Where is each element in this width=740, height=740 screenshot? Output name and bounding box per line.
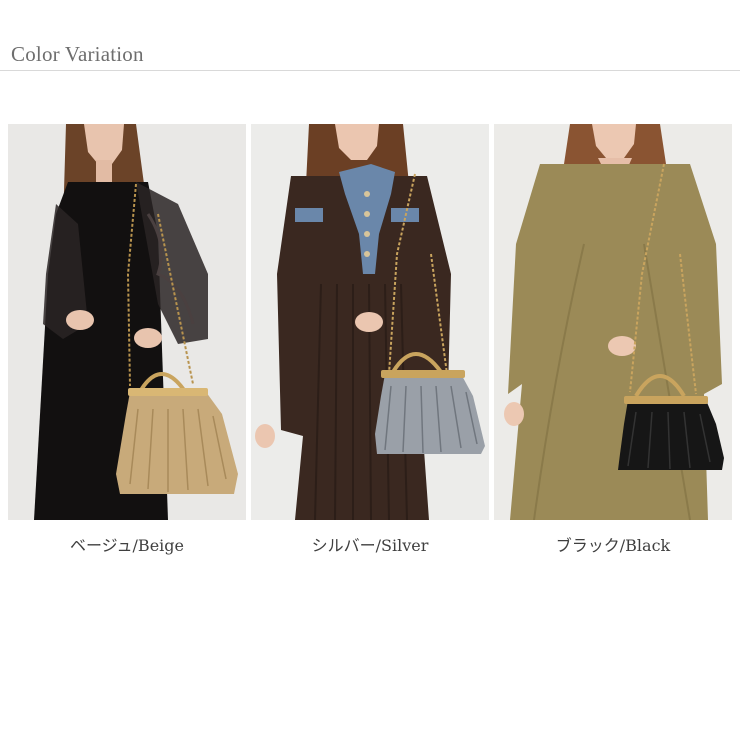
caption-black: ブラック/Black xyxy=(555,536,671,555)
product-photo-silver[interactable] xyxy=(251,124,489,520)
product-photo-black[interactable] xyxy=(494,124,732,520)
product-photo-beige[interactable] xyxy=(8,124,246,520)
header-divider xyxy=(0,70,740,71)
caption-beige: ベージュ/Beige xyxy=(69,536,184,555)
caption-silver: シルバー/Silver xyxy=(311,536,429,555)
section-title: Color Variation xyxy=(11,42,144,66)
